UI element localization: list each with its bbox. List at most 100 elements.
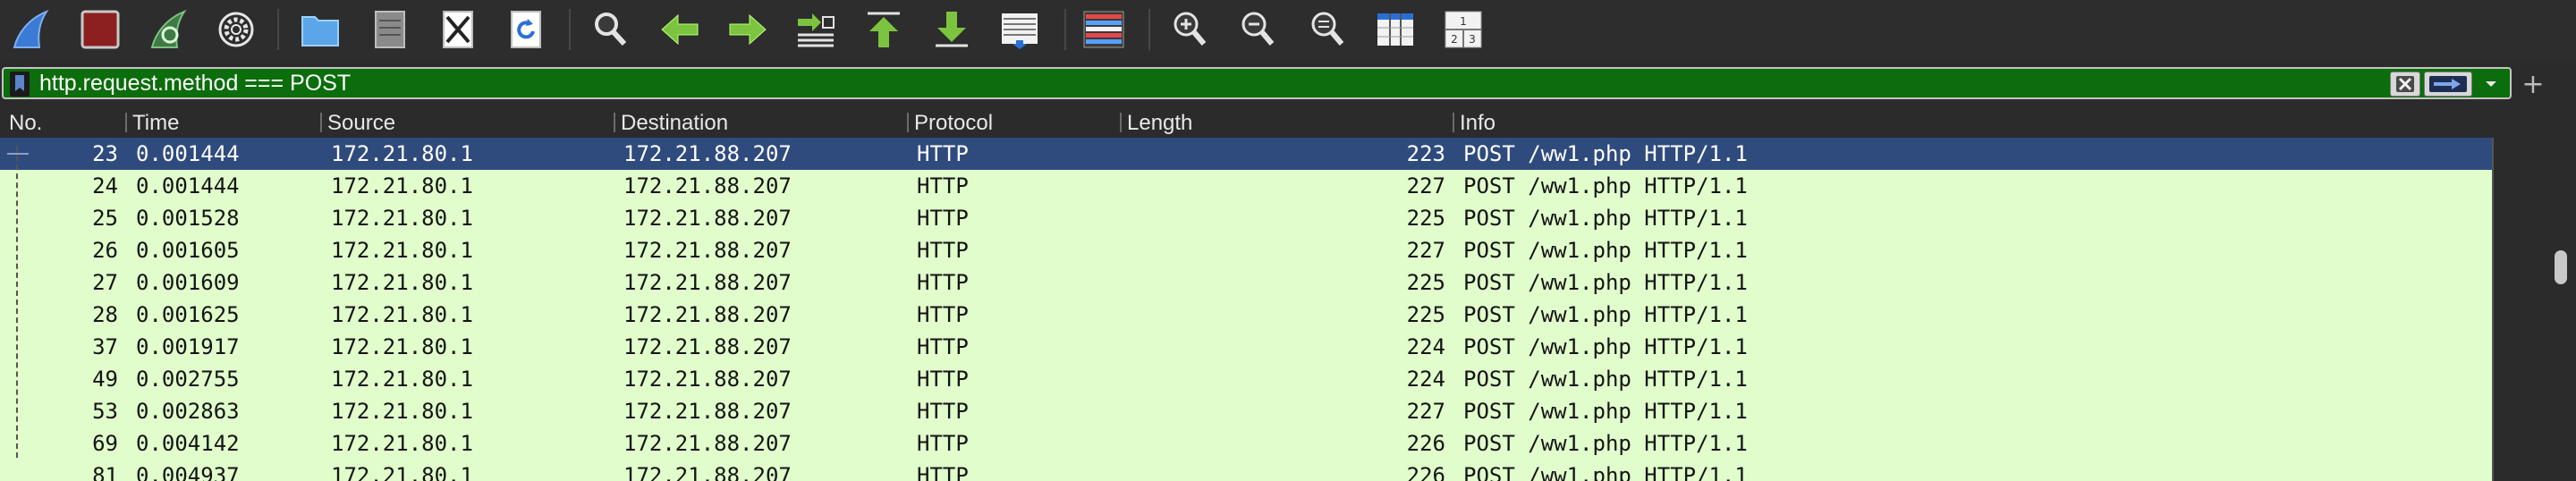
go-first-packet-button[interactable] <box>859 4 909 55</box>
packet-time: 0.004142 <box>136 431 240 456</box>
save-file-button[interactable] <box>365 4 415 55</box>
packet-info: POST /ww1.php HTTP/1.1 <box>1463 206 1748 231</box>
scrollbar-edge <box>2492 138 2494 481</box>
clear-filter-button[interactable] <box>2390 72 2420 97</box>
packet-row[interactable]: 49 0.002755 172.21.80.1 172.21.88.207 HTTP 22… <box>0 363 2492 395</box>
column-header-no[interactable]: No. <box>2 107 42 138</box>
zoom-out-button[interactable] <box>1233 4 1283 55</box>
filter-history-dropdown[interactable] <box>2478 72 2504 97</box>
stop-capture-button[interactable] <box>75 4 125 55</box>
svg-text:1: 1 <box>1460 15 1467 28</box>
packet-info: POST /ww1.php HTTP/1.1 <box>1463 463 1748 481</box>
packet-info: POST /ww1.php HTTP/1.1 <box>1463 431 1748 456</box>
packet-no: 81 <box>92 463 118 481</box>
add-filter-button[interactable]: + <box>2515 66 2551 102</box>
normal-size-icon <box>1311 12 1344 46</box>
normal-size-button[interactable] <box>1302 4 1352 55</box>
packet-protocol: HTTP <box>917 173 969 198</box>
toolbar-separator <box>1148 9 1150 50</box>
packet-protocol: HTTP <box>917 431 969 456</box>
packet-row[interactable]: 81 0.004937 172.21.80.1 172.21.88.207 HTTP 22… <box>0 460 2492 481</box>
go-back-button[interactable] <box>655 4 705 55</box>
column-header-source[interactable]: Source <box>320 107 395 138</box>
packet-length: 224 <box>1406 334 1445 359</box>
packet-row[interactable]: 53 0.002863 172.21.80.1 172.21.88.207 HTTP 22… <box>0 395 2492 427</box>
capture-options-button[interactable] <box>211 4 261 55</box>
scrollbar-thumb[interactable] <box>2555 250 2567 284</box>
arrow-right-icon <box>2429 76 2467 92</box>
packet-source: 172.21.80.1 <box>331 270 473 295</box>
packet-time: 0.002755 <box>136 367 240 392</box>
packet-length: 227 <box>1406 238 1445 263</box>
go-last-packet-button[interactable] <box>927 4 977 55</box>
packet-length: 223 <box>1406 141 1445 166</box>
auto-scroll-button[interactable] <box>995 4 1045 55</box>
restart-capture-button[interactable] <box>143 4 193 55</box>
display-filter-field <box>2 67 2512 99</box>
svg-text:2: 2 <box>1451 33 1458 46</box>
main-toolbar: 1 2 3 <box>0 0 2576 59</box>
packet-destination: 172.21.88.207 <box>623 141 792 166</box>
packet-info: POST /ww1.php HTTP/1.1 <box>1463 270 1748 295</box>
column-header-info[interactable]: Info <box>1453 107 1496 138</box>
packet-protocol: HTTP <box>917 399 969 424</box>
packet-source: 172.21.80.1 <box>331 206 473 231</box>
packet-time: 0.001609 <box>136 270 240 295</box>
display-filter-input[interactable] <box>39 69 2365 97</box>
close-file-icon <box>443 11 473 48</box>
go-forward-button[interactable] <box>723 4 773 55</box>
layout-button[interactable]: 1 2 3 <box>1438 4 1488 55</box>
packet-length: 224 <box>1406 367 1445 392</box>
close-file-button[interactable] <box>433 4 483 55</box>
packet-row[interactable]: 27 0.001609 172.21.80.1 172.21.88.207 HTTP 22… <box>0 266 2492 299</box>
open-file-icon <box>301 16 339 46</box>
packet-row[interactable]: 28 0.001625 172.21.80.1 172.21.88.207 HTTP 22… <box>0 299 2492 331</box>
bookmark-icon <box>10 72 30 97</box>
go-to-packet-icon <box>798 13 835 47</box>
packet-destination: 172.21.88.207 <box>623 173 792 198</box>
zoom-in-button[interactable] <box>1165 4 1215 55</box>
column-header-length[interactable]: Length <box>1120 107 1192 138</box>
resize-columns-button[interactable] <box>1370 4 1420 55</box>
packet-source: 172.21.80.1 <box>331 238 473 263</box>
packet-destination: 172.21.88.207 <box>623 238 792 263</box>
packet-destination: 172.21.88.207 <box>623 302 792 327</box>
colorize-button[interactable] <box>1079 4 1129 55</box>
go-forward-icon <box>729 13 767 46</box>
filter-bookmark-button[interactable] <box>7 72 32 97</box>
start-capture-button[interactable] <box>5 4 55 55</box>
find-packet-icon <box>595 13 627 46</box>
packet-row[interactable]: 25 0.001528 172.21.80.1 172.21.88.207 HTTP 22… <box>0 202 2492 234</box>
packet-length: 226 <box>1406 463 1445 481</box>
reload-file-button[interactable] <box>501 4 551 55</box>
column-header-destination[interactable]: Destination <box>614 107 728 138</box>
open-file-button[interactable] <box>295 4 345 55</box>
packet-row[interactable]: 69 0.004142 172.21.80.1 172.21.88.207 HTTP 22… <box>0 427 2492 460</box>
apply-filter-button[interactable] <box>2424 72 2472 97</box>
packet-time: 0.001444 <box>136 141 240 166</box>
packet-row-selected[interactable]: 23 0.001444 172.21.80.1 172.21.88.207 HTTP 22… <box>0 138 2492 170</box>
go-last-packet-icon <box>936 12 968 47</box>
packet-list-header: No. Time Source Destination Protocol Len… <box>0 107 2576 138</box>
go-to-packet-button[interactable] <box>791 4 841 55</box>
packet-length: 225 <box>1406 206 1445 231</box>
auto-scroll-icon <box>1002 13 1038 49</box>
reload-file-icon <box>511 11 541 48</box>
column-header-protocol[interactable]: Protocol <box>907 107 993 138</box>
packet-time: 0.001917 <box>136 334 240 359</box>
packet-time: 0.001625 <box>136 302 240 327</box>
related-packet-marker <box>7 153 29 155</box>
go-back-icon <box>661 13 699 46</box>
packet-row[interactable]: 37 0.001917 172.21.80.1 172.21.88.207 HTTP 22… <box>0 331 2492 363</box>
packet-protocol: HTTP <box>917 302 969 327</box>
packet-time: 0.004937 <box>136 463 240 481</box>
packet-time: 0.001528 <box>136 206 240 231</box>
packet-row[interactable]: 26 0.001605 172.21.80.1 172.21.88.207 HTTP 22… <box>0 234 2492 266</box>
save-file-icon <box>375 11 405 48</box>
find-packet-button[interactable] <box>585 4 635 55</box>
packet-row[interactable]: 24 0.001444 172.21.80.1 172.21.88.207 HTTP 22… <box>0 170 2492 202</box>
packet-info: POST /ww1.php HTTP/1.1 <box>1463 302 1748 327</box>
column-header-time[interactable]: Time <box>125 107 179 138</box>
packet-destination: 172.21.88.207 <box>623 463 792 481</box>
packet-list-scrollbar[interactable] <box>2492 138 2576 481</box>
